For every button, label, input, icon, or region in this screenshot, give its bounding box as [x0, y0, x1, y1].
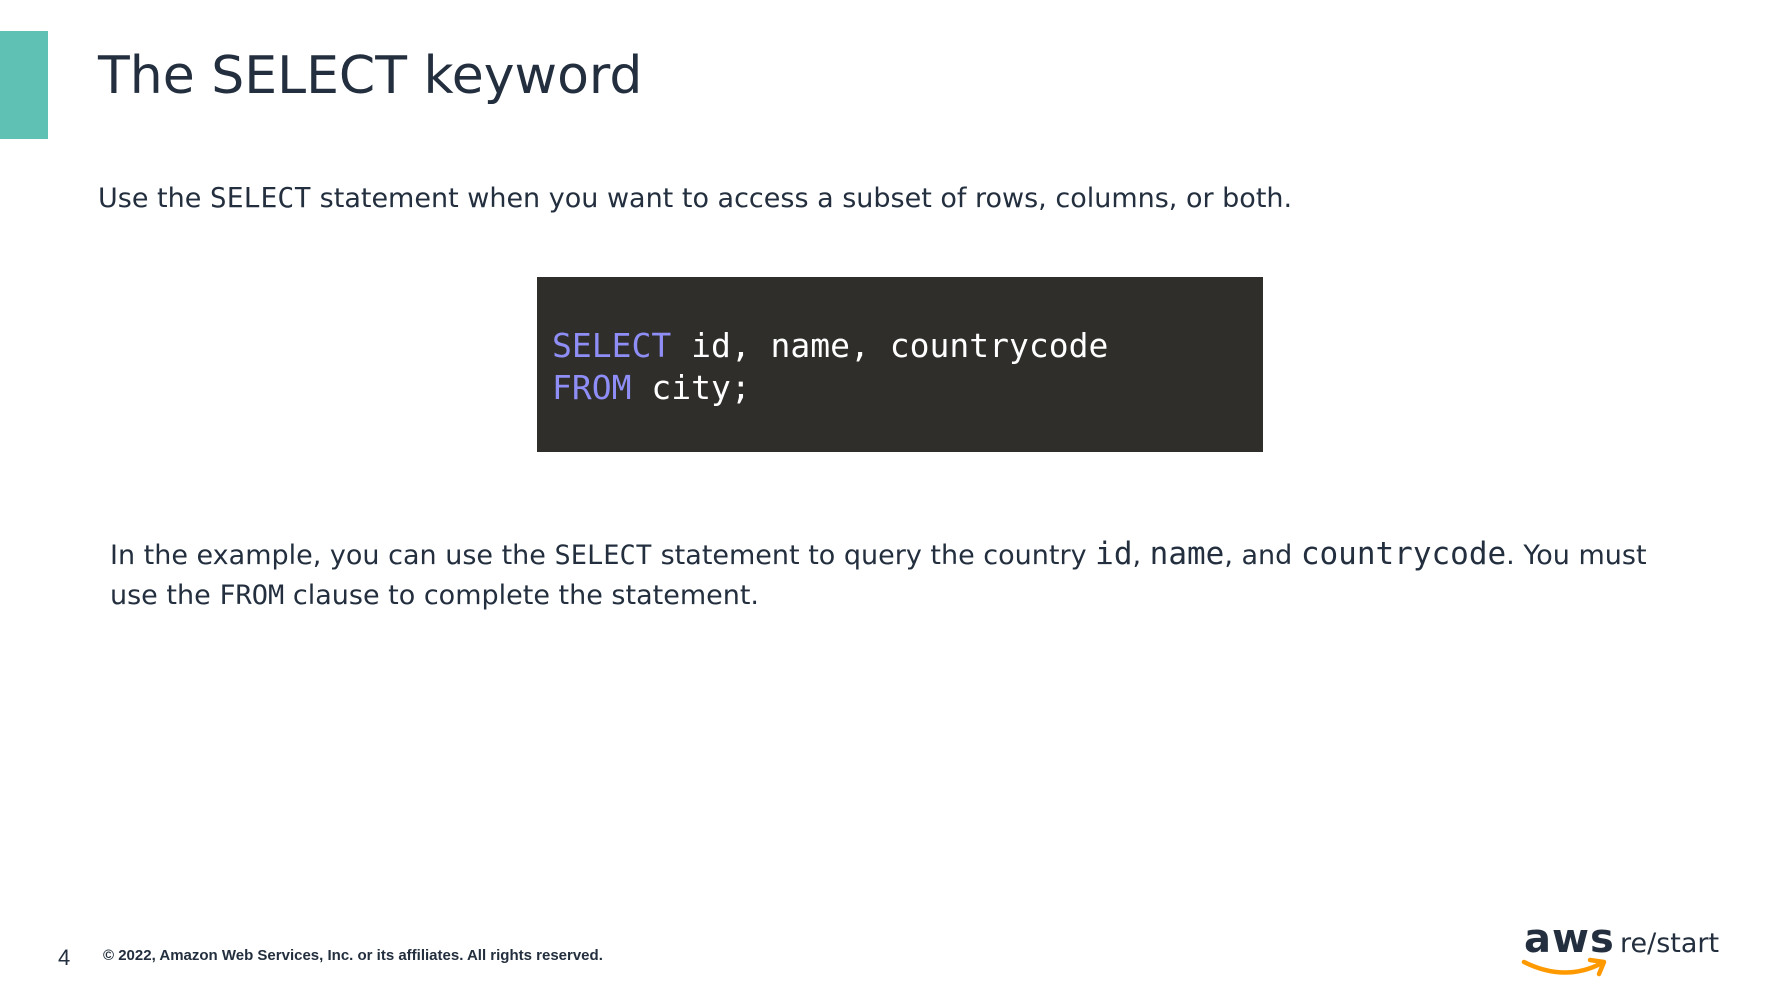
intro-text-before: Use the — [98, 183, 210, 214]
explanation-separator-1: , — [1132, 540, 1150, 571]
intro-keyword: SELECT — [209, 181, 312, 214]
explanation-keyword-from: FROM — [219, 580, 285, 611]
explanation-text: In the example, you can use the SELECT s… — [110, 534, 1680, 616]
slide-title: The SELECT keyword — [98, 46, 643, 106]
aws-smile-arrow-icon — [1521, 957, 1607, 977]
code-columns: id, name, countrycode — [671, 326, 1109, 365]
aws-restart-logo: aws re/start — [1520, 916, 1719, 980]
explanation-part-2: statement to query the country — [652, 540, 1096, 571]
explanation-column-countrycode: countrycode — [1300, 536, 1507, 572]
code-keyword-from: FROM — [552, 368, 632, 407]
explanation-keyword-select: SELECT — [554, 540, 653, 571]
slide-number: 4 — [58, 945, 71, 970]
copyright-notice: © 2022, Amazon Web Services, Inc. or its… — [103, 947, 603, 964]
explanation-column-id: id — [1095, 536, 1133, 572]
intro-text: Use the SELECT statement when you want t… — [98, 178, 1292, 219]
code-block: SELECT id, name, countrycode FROM city; — [537, 277, 1263, 452]
logo-restart-text: re/start — [1620, 928, 1720, 959]
explanation-part-4: clause to complete the statement. — [284, 580, 760, 611]
code-table: city; — [631, 368, 751, 407]
code-keyword-select: SELECT — [552, 326, 672, 365]
explanation-part-1: In the example, you can use the — [110, 540, 555, 571]
code-line-2: FROM city; — [552, 367, 1263, 409]
code-line-1: SELECT id, name, countrycode — [552, 325, 1263, 367]
explanation-separator-2: , and — [1224, 540, 1301, 571]
intro-text-after: statement when you want to access a subs… — [311, 183, 1293, 214]
title-accent-bar — [0, 31, 48, 139]
explanation-column-name: name — [1149, 536, 1225, 572]
